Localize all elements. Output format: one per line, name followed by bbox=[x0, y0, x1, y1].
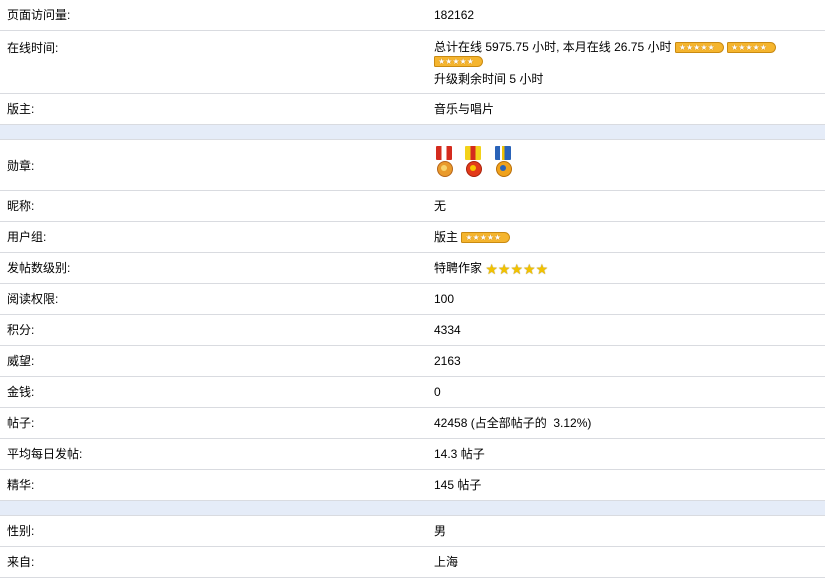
user-group-value-wrap: 版主 ★★★★★ bbox=[434, 230, 511, 244]
user-group-value: 版主 bbox=[434, 230, 459, 244]
online-total-label: 总计在线 bbox=[434, 40, 483, 54]
read-permission-label: 阅读权限: bbox=[7, 292, 59, 306]
gold-medal-icon[interactable] bbox=[434, 146, 454, 180]
star-icon: ★ bbox=[497, 260, 511, 277]
online-month-value: 26.75 小时 bbox=[614, 40, 672, 54]
row-online-time: 在线时间: 总计在线 5975.75 小时, 本月在线 26.75 小时 ★★★… bbox=[0, 31, 825, 94]
medals-label: 勋章: bbox=[7, 159, 35, 173]
star-icon: ★ bbox=[485, 260, 498, 277]
row-nickname: 昵称: 无 bbox=[0, 191, 825, 222]
money-value: 0 bbox=[434, 385, 441, 399]
nickname-label: 昵称: bbox=[7, 199, 35, 213]
row-digest: 精华: 145 帖子 bbox=[0, 470, 825, 501]
row-post-level: 发帖数级别: 特聘作家 ★★★★★ bbox=[0, 253, 825, 284]
digest-value: 145 帖子 bbox=[434, 478, 482, 492]
digest-label: 精华: bbox=[7, 478, 35, 492]
post-level-label: 发帖数级别: bbox=[7, 261, 71, 275]
nickname-value: 无 bbox=[434, 199, 447, 213]
star-icon: ★ bbox=[535, 260, 549, 277]
online-rank-bar-icon: ★★★★★ bbox=[434, 56, 483, 68]
online-total-value: 5975.75 小时, bbox=[485, 40, 560, 54]
star-icon: ★ bbox=[523, 260, 536, 277]
moderator-label: 版主: bbox=[7, 102, 35, 116]
upgrade-label: 升级剩余时间 bbox=[434, 72, 507, 86]
row-gender: 性别: 男 bbox=[0, 516, 825, 547]
section-separator bbox=[0, 501, 825, 516]
star-icon: ★ bbox=[510, 260, 524, 277]
points-label: 积分: bbox=[7, 323, 35, 337]
section-separator bbox=[0, 125, 825, 140]
from-value: 上海 bbox=[434, 555, 459, 569]
from-label: 来自: bbox=[7, 555, 35, 569]
medals-list bbox=[434, 146, 519, 180]
prestige-label: 威望: bbox=[7, 354, 35, 368]
row-medals: 勋章: bbox=[0, 140, 825, 191]
gender-value: 男 bbox=[434, 524, 447, 538]
row-page-views: 页面访问量: 182162 bbox=[0, 0, 825, 31]
avg-daily-posts-label: 平均每日发帖: bbox=[7, 447, 83, 461]
online-time-label: 在线时间: bbox=[7, 41, 59, 55]
group-rank-bar-icon: ★★★★★ bbox=[461, 232, 511, 244]
gender-label: 性别: bbox=[7, 524, 35, 538]
online-rank-bar-icon: ★★★★★ bbox=[727, 42, 776, 54]
online-rank-bar-icon: ★★★★★ bbox=[674, 42, 724, 54]
post-level-value: 特聘作家 bbox=[434, 261, 483, 275]
row-money: 金钱: 0 bbox=[0, 377, 825, 408]
page-views-value: 182162 bbox=[434, 8, 475, 22]
posts-label: 帖子: bbox=[7, 416, 35, 430]
star-medal-icon[interactable] bbox=[463, 146, 483, 180]
post-level-value-wrap: 特聘作家 ★★★★★ bbox=[434, 261, 548, 276]
row-avg-daily-posts: 平均每日发帖: 14.3 帖子 bbox=[0, 439, 825, 470]
online-month-label: 本月在线 bbox=[562, 40, 611, 54]
row-moderator: 版主: 音乐与唱片 bbox=[0, 94, 825, 125]
row-read-permission: 阅读权限: 100 bbox=[0, 284, 825, 315]
moderator-forum-link[interactable]: 音乐与唱片 bbox=[434, 102, 494, 116]
page-views-label: 页面访问量: bbox=[7, 8, 71, 22]
row-points: 积分: 4334 bbox=[0, 315, 825, 346]
avg-daily-posts-value: 14.3 帖子 bbox=[434, 447, 485, 461]
profile-table: 页面访问量: 182162 在线时间: 总计在线 5975.75 小时, 本月在… bbox=[0, 0, 825, 578]
row-posts: 帖子: 42458 (占全部帖子的 3.12%) bbox=[0, 408, 825, 439]
read-permission-value: 100 bbox=[434, 292, 455, 306]
upgrade-value: 5 小时 bbox=[509, 72, 544, 86]
row-prestige: 威望: 2163 bbox=[0, 346, 825, 377]
user-group-label: 用户组: bbox=[7, 230, 47, 244]
money-label: 金钱: bbox=[7, 385, 35, 399]
prestige-value: 2163 bbox=[434, 354, 461, 368]
blue-medal-icon[interactable] bbox=[493, 146, 513, 180]
row-user-group: 用户组: 版主 ★★★★★ bbox=[0, 222, 825, 253]
points-value: 4334 bbox=[434, 323, 461, 337]
posts-value: 42458 (占全部帖子的 3.12%) bbox=[434, 416, 592, 430]
online-time-value: 总计在线 5975.75 小时, 本月在线 26.75 小时 ★★★★★ ★★★… bbox=[434, 39, 822, 87]
